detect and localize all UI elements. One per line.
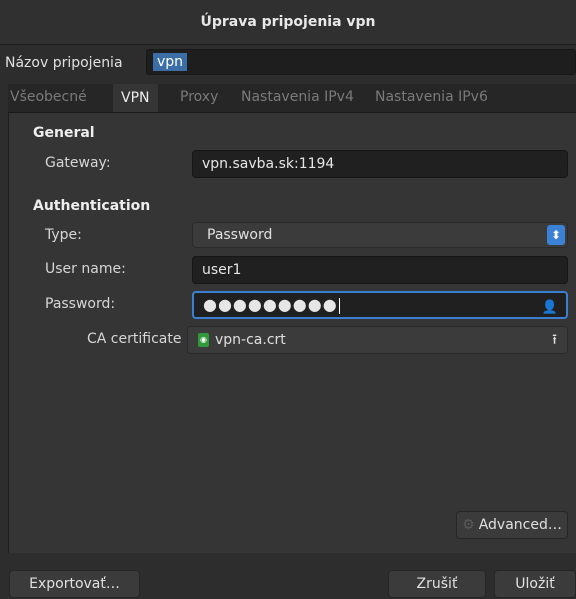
general-heading: General [33,125,95,141]
gear-icon: ⚙ [462,517,475,533]
text-caret [338,298,340,314]
gateway-input[interactable]: vpn.savba.sk:1194 [192,150,568,178]
certificate-file-icon: ◉ [198,333,209,347]
window-title: Úprava pripojenia vpn [200,14,376,30]
combo-arrows-icon: ⬍ [547,225,565,245]
username-input[interactable]: user1 [192,256,568,284]
ca-certificate-chooser[interactable]: ◉ vpn-ca.crt ⭱ [187,326,568,354]
tab-general[interactable]: Všeobecné [10,89,87,105]
advanced-button[interactable]: ⚙ Advanced… [456,511,568,539]
tab-proxy[interactable]: Proxy [180,89,218,105]
password-input[interactable]: ●●●●●●●●● 👤 [192,291,568,319]
password-value: ●●●●●●●●● [203,295,338,314]
ca-certificate-label: CA certificate [87,331,182,347]
auth-type-label: Type: [45,227,82,243]
connection-name-row: Názov pripojenia vpn [0,49,576,79]
username-label: User name: [45,261,126,277]
vpn-settings-panel: General Gateway: vpn.savba.sk:1194 Authe… [8,113,576,553]
connection-name-value: vpn [153,53,188,71]
upload-icon[interactable]: ⭱ [552,327,557,353]
connection-name-label: Názov pripojenia [5,55,123,71]
password-label: Password: [45,296,116,312]
connection-name-input[interactable]: vpn [146,49,576,75]
tab-ipv4[interactable]: Nastavenia IPv4 [241,89,354,105]
ca-certificate-filename: vpn-ca.crt [215,332,286,348]
tab-vpn[interactable]: VPN [113,84,158,112]
window-titlebar: Úprava pripojenia vpn [0,0,576,45]
tab-ipv6[interactable]: Nastavenia IPv6 [375,89,488,105]
authentication-heading: Authentication [33,198,151,214]
auth-type-combo[interactable]: Password ⬍ [192,222,568,248]
export-button[interactable]: Exportovať… [9,570,140,598]
gateway-label: Gateway: [45,155,111,171]
cancel-button[interactable]: Zrušiť [388,570,486,598]
advanced-button-label: Advanced… [478,517,562,533]
save-button[interactable]: Uložiť [494,570,576,598]
auth-type-value: Password [207,227,273,243]
password-options-icon[interactable]: 👤 [542,296,558,320]
tab-bar: Všeobecné VPN Proxy Nastavenia IPv4 Nast… [8,84,576,113]
